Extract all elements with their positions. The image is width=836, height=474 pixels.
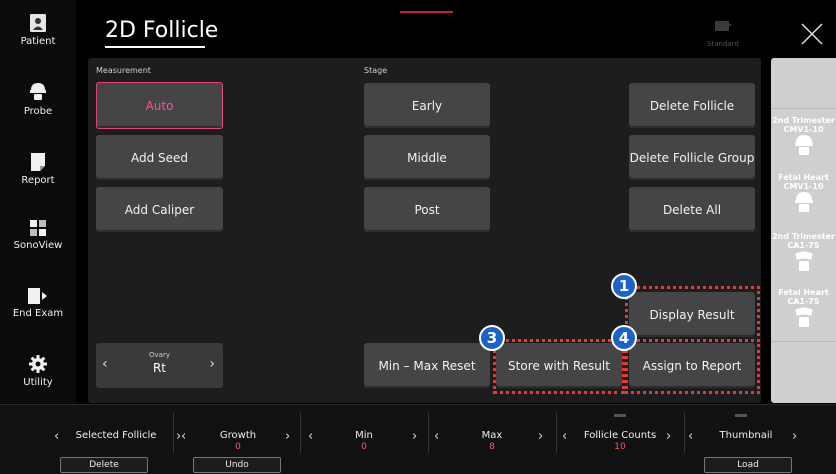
stage-post-button[interactable]: Post <box>364 187 490 232</box>
add-seed-button[interactable]: Add Seed <box>96 135 223 180</box>
stage-label: Stage <box>364 66 388 75</box>
sidebar-item-label: End Exam <box>12 308 64 319</box>
chevron-right-icon[interactable]: › <box>538 429 543 444</box>
ovary-selector[interactable]: ‹ Ovary Rt › <box>96 343 223 388</box>
sidebar-item-label: Patient <box>20 36 56 47</box>
control-value: 0 <box>361 442 367 452</box>
chevron-right-icon[interactable]: › <box>285 429 290 444</box>
chevron-left-icon[interactable]: ‹ <box>181 429 186 444</box>
sonoview-icon <box>30 220 46 236</box>
preset-label: Standard <box>707 40 739 48</box>
highlight-store-with-result <box>493 339 625 394</box>
ovary-label: Ovary <box>149 351 170 359</box>
control-name: Selected Follicle <box>75 430 157 441</box>
chevron-left-icon[interactable]: ‹ <box>54 429 59 444</box>
probe-icon <box>794 192 813 212</box>
delete-follicle-button[interactable]: Delete Follicle <box>629 83 755 128</box>
auto-button[interactable]: Auto <box>96 82 223 129</box>
callout-badge-3: 3 <box>479 325 505 351</box>
probe-divider <box>771 341 836 342</box>
sidebar-item-sonoview[interactable]: SonoView <box>0 220 76 280</box>
sidebar-item-patient[interactable]: Patient <box>0 14 76 74</box>
title-underline <box>105 46 205 48</box>
probe-label: Fetal Heart CA1-7S <box>778 288 829 306</box>
probe-panel: 2nd Trimester CMV1-10 Fetal Heart CMV1-1… <box>771 58 836 403</box>
min-max-reset-button[interactable]: Min – Max Reset <box>364 343 490 388</box>
probe-2nd-trimester-ca1-7s[interactable]: 2nd Trimester CA1-7S <box>771 232 836 276</box>
sidebar-item-label: Probe <box>23 106 53 117</box>
probe-fetal-heart-ca1-7s[interactable]: Fetal Heart CA1-7S <box>771 288 836 332</box>
gear-icon <box>29 355 47 373</box>
control-value: 10 <box>614 442 626 452</box>
bottom-control-bar: ‹ Selected Follicle › Delete ‹ Growth 0 … <box>0 404 836 474</box>
probe-label: 2nd Trimester CMV1-10 <box>772 116 835 134</box>
left-sidebar: Patient Probe Report SonoView End Exam U… <box>0 0 76 404</box>
sidebar-item-label: Report <box>21 175 55 186</box>
chevron-right-icon[interactable]: › <box>412 429 417 444</box>
highlight-display-result <box>625 286 760 342</box>
probe-label: Fetal Heart CMV1-10 <box>778 173 829 191</box>
probe-label: 2nd Trimester CA1-7S <box>772 232 835 250</box>
control-name: Max <box>481 430 503 441</box>
probe-2nd-trimester-cmv1-10[interactable]: 2nd Trimester CMV1-10 <box>771 116 836 160</box>
load-button[interactable]: Load <box>704 457 792 473</box>
probe-icon <box>794 251 813 271</box>
chevron-right-icon[interactable]: › <box>666 429 671 444</box>
tab-indicator <box>735 414 747 417</box>
add-caliper-button[interactable]: Add Caliper <box>96 187 223 232</box>
probe-icon <box>794 307 813 327</box>
probe-divider <box>771 108 836 109</box>
max-control: ‹ Max 8 › <box>428 405 556 474</box>
probe-icon <box>794 135 813 155</box>
ovary-value: Rt <box>152 361 167 375</box>
min-control: ‹ Min 0 › <box>300 405 428 474</box>
end-exam-icon <box>28 288 47 304</box>
sidebar-item-probe[interactable]: Probe <box>0 82 76 142</box>
chevron-left-icon[interactable]: ‹ <box>562 429 567 444</box>
delete-follicle-group-button[interactable]: Delete Follicle Group <box>629 135 755 180</box>
sidebar-item-report[interactable]: Report <box>0 153 76 213</box>
sidebar-item-end-exam[interactable]: End Exam <box>0 288 76 348</box>
highlight-assign-to-report <box>625 339 760 394</box>
control-value: 0 <box>235 442 241 452</box>
top-accent-bar <box>400 11 453 13</box>
probe-fetal-heart-cmv1-10[interactable]: Fetal Heart CMV1-10 <box>771 173 836 217</box>
chevron-right-icon[interactable]: › <box>792 429 797 444</box>
chevron-left-icon[interactable]: ‹ <box>688 429 693 444</box>
measurement-label: Measurement <box>96 66 151 75</box>
report-icon <box>31 153 45 171</box>
sidebar-item-label: SonoView <box>13 240 63 251</box>
close-icon[interactable] <box>798 20 826 48</box>
sidebar-item-label: Utility <box>23 377 53 388</box>
control-name: Thumbnail <box>719 430 773 441</box>
undo-button[interactable]: Undo <box>193 457 281 473</box>
follicle-counts-control: ‹ Follicle Counts 10 › <box>556 405 684 474</box>
callout-badge-1: 1 <box>611 273 637 299</box>
control-name: Growth <box>219 430 257 441</box>
control-name: Follicle Counts <box>583 430 657 441</box>
page-title: 2D Follicle <box>105 18 219 43</box>
chevron-left-icon[interactable]: ‹ <box>308 429 313 444</box>
control-name: Min <box>355 430 373 441</box>
patient-icon <box>30 14 46 32</box>
chevron-left-icon[interactable]: ‹ <box>434 429 439 444</box>
delete-all-button[interactable]: Delete All <box>629 187 755 232</box>
callout-badge-4: 4 <box>611 325 637 351</box>
probe-icon <box>30 83 46 100</box>
control-value: 8 <box>489 442 495 452</box>
delete-button[interactable]: Delete <box>60 457 148 473</box>
preset-standard[interactable]: Standard <box>698 18 748 48</box>
stage-middle-button[interactable]: Middle <box>364 135 490 180</box>
tab-indicator <box>614 414 626 417</box>
monitor-icon <box>715 21 731 31</box>
stage-early-button[interactable]: Early <box>364 83 490 128</box>
chevron-right-icon[interactable]: › <box>209 356 215 372</box>
